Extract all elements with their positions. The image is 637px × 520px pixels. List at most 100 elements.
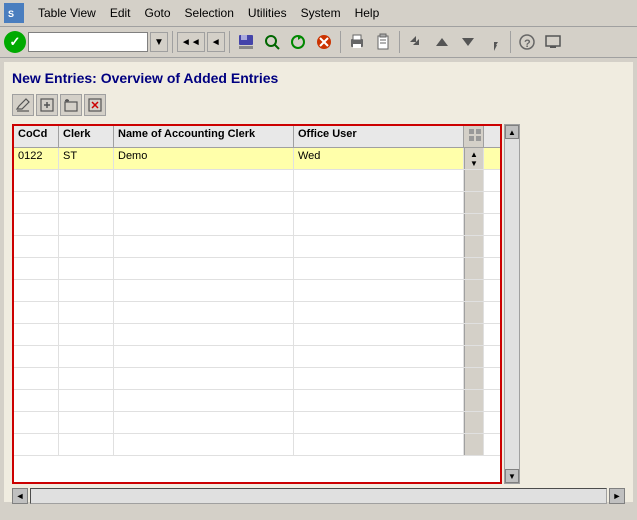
cell-cocd [14,280,59,301]
menu-table-view[interactable]: Table View [32,4,102,22]
cell-office [294,280,464,301]
cell-cocd [14,214,59,235]
table-row[interactable] [14,214,500,236]
cell-office [294,390,464,411]
table-row[interactable] [14,192,500,214]
nav-back-back[interactable]: ◄◄ [177,32,205,52]
cell-scroll [464,280,484,301]
cell-name [114,170,294,191]
cell-office [294,192,464,213]
table-row[interactable]: 0122STDemoWed ▲ ▼ [14,148,500,170]
cell-scroll [464,170,484,191]
clipboard-icon-btn[interactable] [371,30,395,54]
scroll-up-btn[interactable]: ▲ [505,125,519,139]
table-row[interactable] [14,434,500,456]
col-header-office: Office User [294,126,464,147]
separator-3 [340,31,341,53]
table-row[interactable] [14,324,500,346]
table-row[interactable] [14,258,500,280]
separator-1 [172,31,173,53]
menu-goto[interactable]: Goto [139,4,177,22]
cell-name [114,346,294,367]
svg-text:?: ? [524,38,531,50]
page-title: New Entries: Overview of Added Entries [12,70,625,86]
cell-office [294,170,464,191]
cell-office [294,324,464,345]
table-row[interactable] [14,368,500,390]
horizontal-scrollbar: ◄ ► [12,488,625,504]
help-icon-btn[interactable]: ? [515,30,539,54]
cell-scroll [464,390,484,411]
cell-scroll [464,434,484,455]
col-header-scroll [464,126,484,147]
cell-scroll [464,346,484,367]
cell-clerk [59,390,114,411]
print-icon-btn[interactable] [345,30,369,54]
cell-name [114,434,294,455]
cell-scroll [464,302,484,323]
cell-scroll [464,192,484,213]
dropdown-btn[interactable]: ▼ [150,32,168,52]
monitor-icon-btn[interactable] [541,30,565,54]
cell-clerk [59,214,114,235]
table-row[interactable] [14,412,500,434]
next-entry-icon-btn[interactable] [456,30,480,54]
menu-edit[interactable]: Edit [104,4,137,22]
menu-selection[interactable]: Selection [179,4,240,22]
command-input[interactable] [28,32,148,52]
menu-system[interactable]: System [295,4,347,22]
scroll-right-btn[interactable]: ► [609,488,625,504]
cell-scroll [464,412,484,433]
cell-office [294,412,464,433]
cell-cocd [14,368,59,389]
cell-office [294,346,464,367]
table-row[interactable] [14,346,500,368]
cell-cocd [14,302,59,323]
row-scroll-down[interactable]: ▼ [469,159,479,168]
cell-scroll [464,214,484,235]
scroll-left-btn[interactable]: ◄ [12,488,28,504]
append-row-btn[interactable] [36,94,58,116]
cell-office [294,258,464,279]
edit-pencil-btn[interactable] [12,94,34,116]
find-icon-btn[interactable] [260,30,284,54]
menu-utilities[interactable]: Utilities [242,4,293,22]
table-row[interactable] [14,302,500,324]
separator-5 [510,31,511,53]
refresh-icon-btn[interactable] [286,30,310,54]
nav-back[interactable]: ◄ [207,32,225,52]
insert-row-btn[interactable] [60,94,82,116]
cell-office [294,214,464,235]
menu-help[interactable]: Help [349,4,386,22]
row-scroll-up[interactable]: ▲ [469,150,479,159]
cell-clerk [59,236,114,257]
cell-cocd [14,192,59,213]
table-row[interactable] [14,236,500,258]
scroll-track[interactable] [505,139,519,469]
table-row[interactable] [14,170,500,192]
cell-scroll [464,258,484,279]
col-header-cocd: CoCd [14,126,59,147]
first-entry-icon-btn[interactable] [404,30,428,54]
vertical-scrollbar[interactable]: ▲ ▼ [504,124,520,484]
cell-scroll [464,236,484,257]
stop-icon-btn[interactable] [312,30,336,54]
save-icon-btn[interactable] [234,30,258,54]
prev-entry-icon-btn[interactable] [430,30,454,54]
confirm-button[interactable]: ✓ [4,31,26,53]
content-area: New Entries: Overview of Added Entries [4,62,633,502]
scroll-down-btn[interactable]: ▼ [505,469,519,483]
cell-office: Wed [294,148,464,169]
cell-cocd [14,412,59,433]
table-row[interactable] [14,390,500,412]
h-scroll-track[interactable] [30,488,607,504]
cell-scroll [464,368,484,389]
delete-row-btn[interactable] [84,94,106,116]
cell-name [114,236,294,257]
cell-cocd [14,258,59,279]
cell-office [294,302,464,323]
action-toolbar [12,94,625,116]
app-icon: S [4,3,24,23]
last-entry-icon-btn[interactable] [482,30,506,54]
table-row[interactable] [14,280,500,302]
